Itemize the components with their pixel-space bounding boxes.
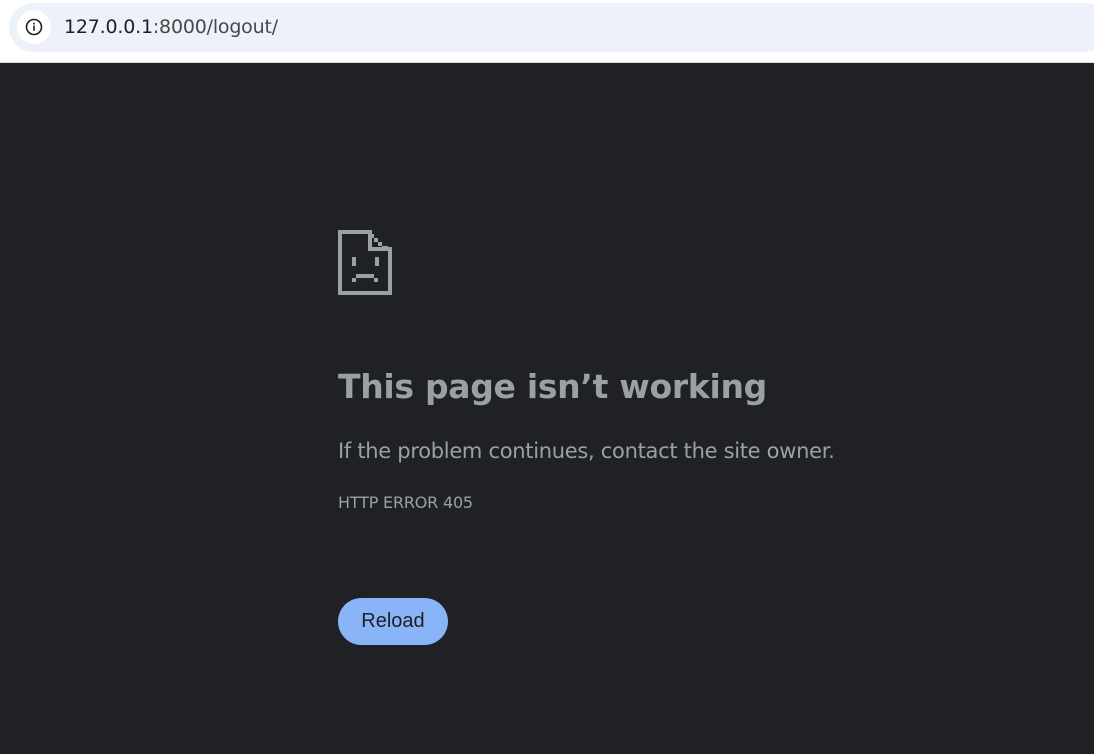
url-path: :8000/logout/ (152, 16, 278, 38)
info-circle-icon (25, 18, 43, 36)
error-title: This page isn’t working (338, 367, 767, 406)
site-info-button[interactable] (17, 10, 51, 44)
error-description: If the problem continues, contact the si… (338, 439, 835, 463)
url-host: 127.0.0.1 (64, 16, 153, 38)
reload-button[interactable]: Reload (338, 598, 448, 645)
sad-page-icon (338, 230, 392, 295)
address-bar[interactable]: 127.0.0.1:8000/logout/ (9, 3, 1094, 52)
error-page: This page isn’t working If the problem c… (0, 63, 1094, 754)
browser-toolbar: 127.0.0.1:8000/logout/ (0, 0, 1094, 63)
error-code: HTTP ERROR 405 (338, 493, 473, 512)
url-text[interactable]: 127.0.0.1:8000/logout/ (64, 14, 278, 41)
